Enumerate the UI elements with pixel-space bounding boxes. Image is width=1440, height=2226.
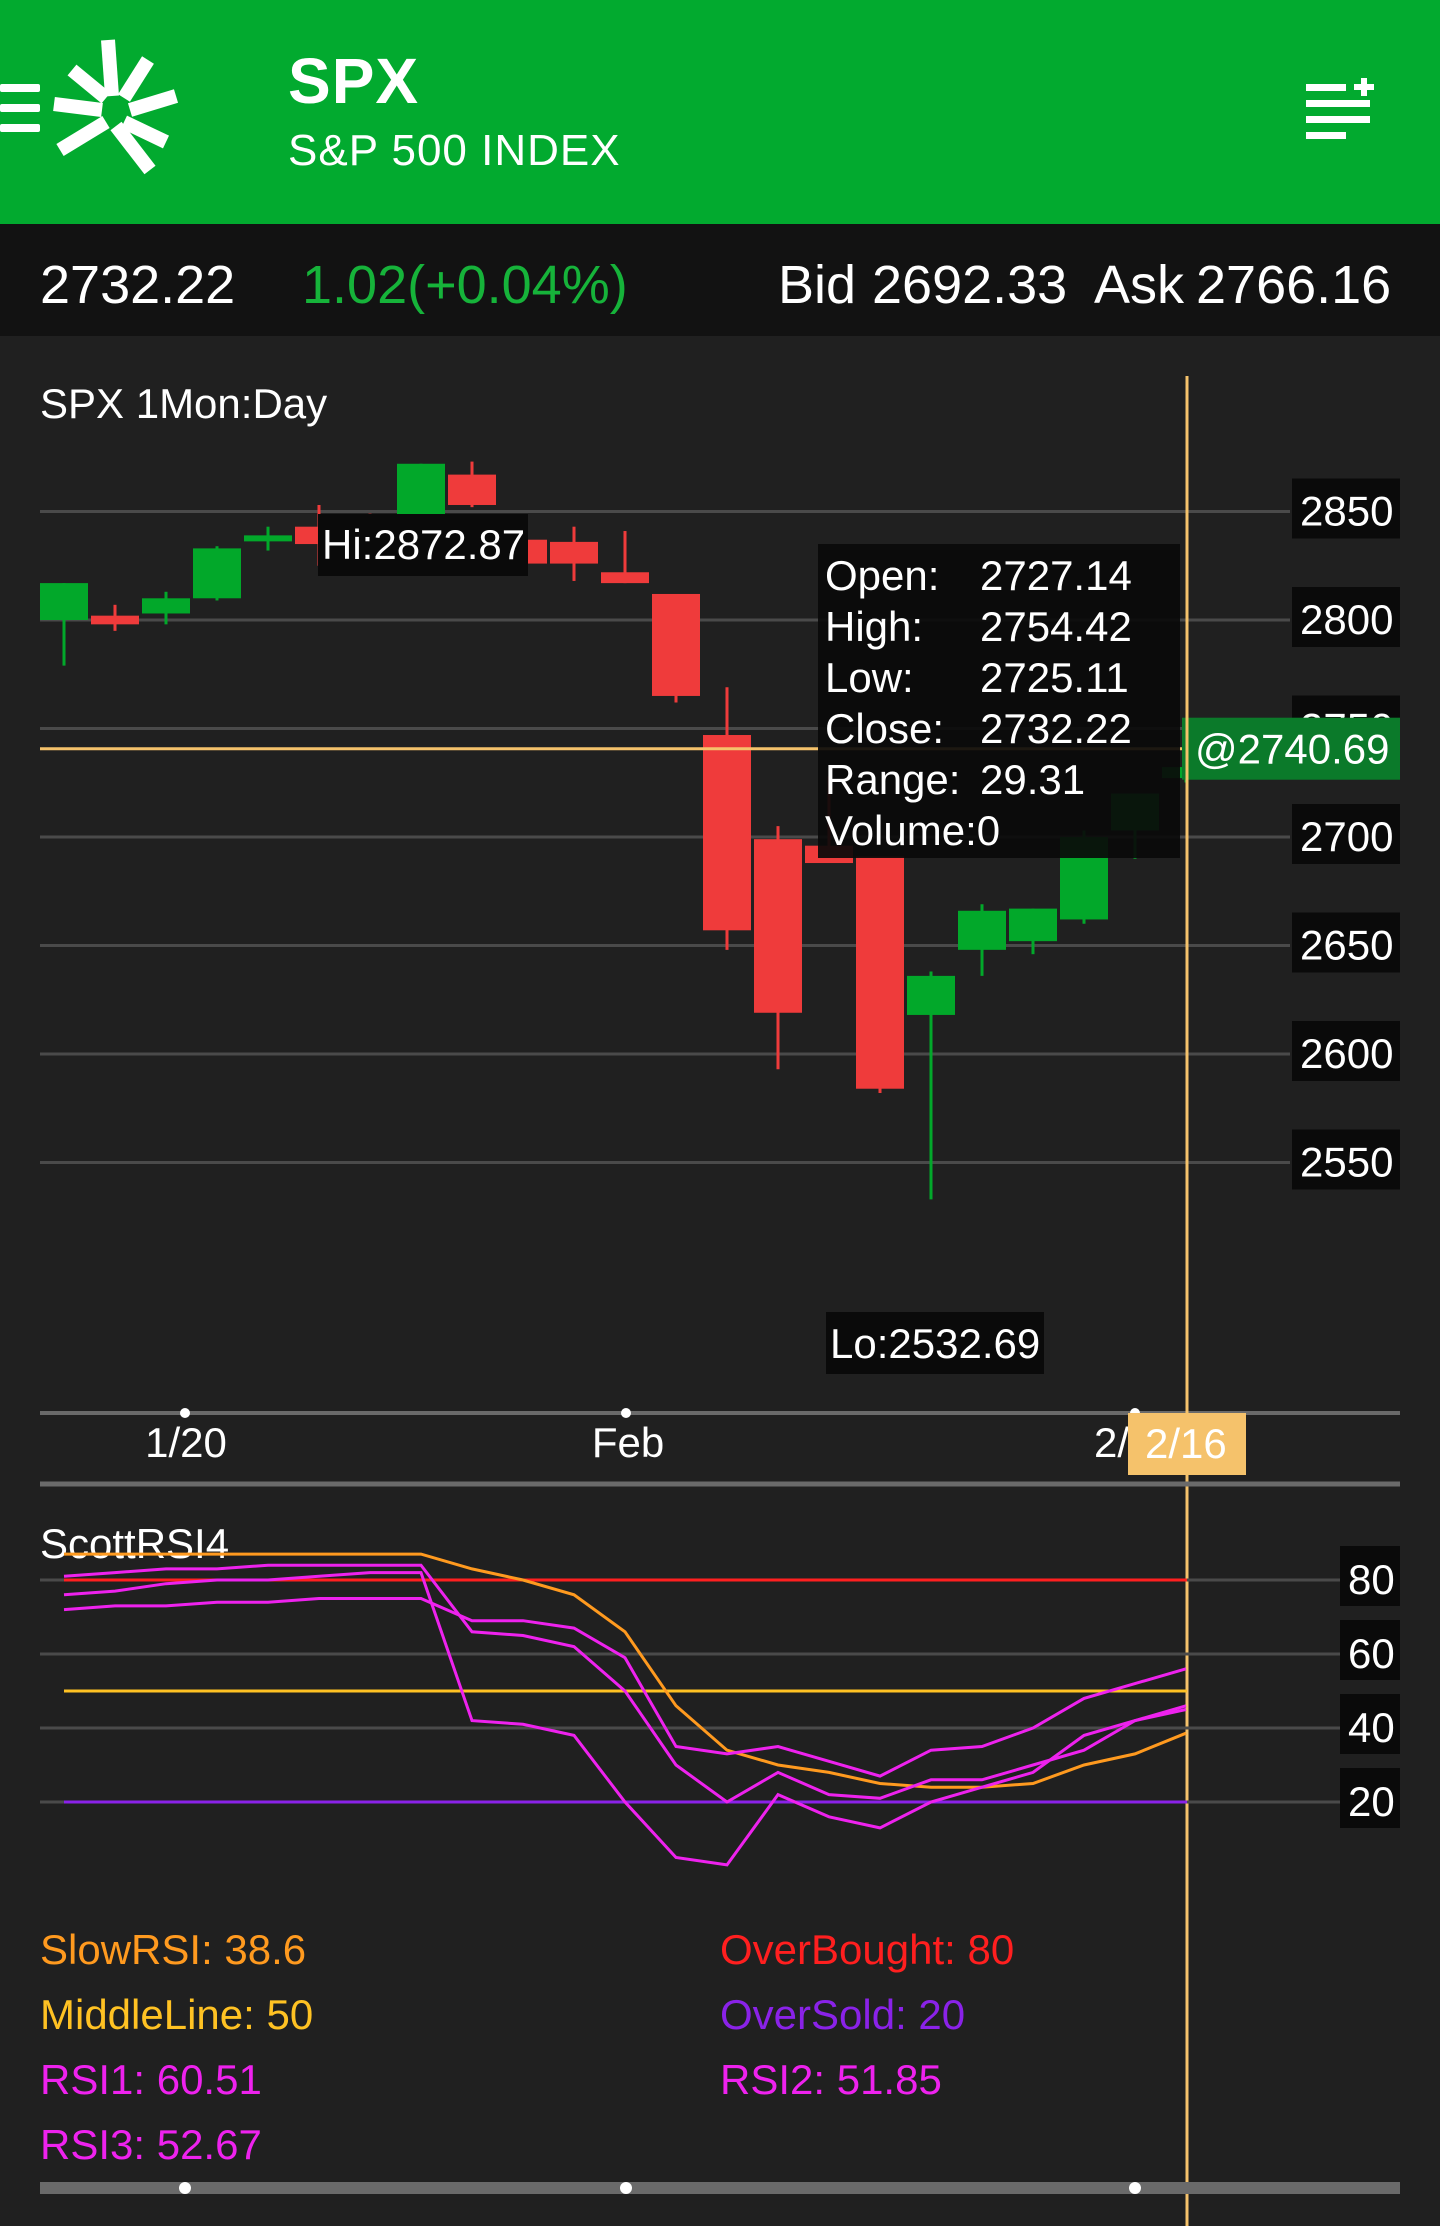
candle-body	[91, 615, 139, 625]
add-list-icon[interactable]	[1306, 78, 1378, 142]
last-price: 2732.22	[40, 255, 236, 315]
x-tick-label: Feb	[592, 1419, 664, 1466]
main-chart-title: SPX 1Mon:Day	[40, 380, 327, 427]
price-tick-label: 2850	[1300, 488, 1393, 535]
tooltip-volume: Volume:0	[825, 807, 1000, 854]
price-tick-label: 2700	[1300, 813, 1393, 860]
legend-overbought: OverBought: 80	[720, 1926, 1014, 1973]
legend-middleline: MiddleLine: 50	[40, 1991, 313, 2038]
x-tick-dot	[620, 2182, 632, 2194]
candle-body	[448, 474, 496, 505]
tooltip-range-value: 29.31	[980, 756, 1085, 803]
rsi-lines	[63, 1552, 1187, 1867]
legend-rsi3: RSI3: 52.67	[40, 2121, 262, 2168]
candle-body	[1009, 908, 1057, 942]
tooltip-close-label: Close:	[825, 705, 944, 752]
tooltip-open-value: 2727.14	[980, 552, 1132, 599]
legend-rsi2: RSI2: 51.85	[720, 2056, 942, 2103]
chart-area[interactable]: SPX 1Mon:Day 285028002750270026502600255…	[0, 336, 1440, 2226]
candle-body	[907, 975, 955, 1015]
legend-rsi1: RSI1: 60.51	[40, 2056, 262, 2103]
x-tick-dot	[1129, 2182, 1141, 2194]
tooltip-open-label: Open:	[825, 552, 939, 599]
legend-slowrsi: SlowRSI: 38.6	[40, 1926, 306, 1973]
ask-label: Ask	[1094, 255, 1185, 315]
rsi-chart-title: ScottRSI4	[40, 1520, 229, 1567]
x-tick-dot	[179, 2182, 191, 2194]
candle-body	[397, 463, 445, 521]
tooltip-high-value: 2754.42	[980, 603, 1132, 650]
legend-oversold: OverSold: 20	[720, 1991, 965, 2038]
price-tick-label: 2600	[1300, 1030, 1393, 1077]
rsi-tick-label: 20	[1348, 1778, 1395, 1825]
candle-body	[652, 593, 700, 696]
rsi-series-line	[63, 1571, 1187, 1867]
price-tick-label: 2800	[1300, 596, 1393, 643]
candle-body	[703, 735, 751, 931]
tooltip-close-value: 2732.22	[980, 705, 1132, 752]
rsi-series-line	[64, 1552, 1187, 1789]
price-tick-label: 2650	[1300, 922, 1393, 969]
rsi-tick-label: 40	[1348, 1704, 1395, 1751]
candle-body	[856, 856, 904, 1089]
rsi-tick-label: 80	[1348, 1556, 1395, 1603]
rsi-series-line	[63, 1597, 1187, 1778]
x-tick-label: 2/	[1094, 1419, 1129, 1466]
candle-body	[754, 839, 802, 1013]
crosshair-price-label: @2740.69	[1195, 726, 1389, 773]
symbol-title: SPX	[288, 45, 420, 117]
bid-value: 2692.33	[872, 255, 1068, 315]
candle-body	[193, 548, 241, 599]
crosshair-date-label: 2/16	[1145, 1420, 1227, 1467]
tooltip-low-label: Low:	[825, 654, 914, 701]
candle-body	[958, 910, 1006, 950]
candle-body	[244, 535, 292, 542]
rsi-legend: SlowRSI: 38.6 MiddleLine: 50 RSI1: 60.51…	[40, 1926, 1014, 2168]
ask-value: 2766.16	[1196, 255, 1392, 315]
tooltip-low-value: 2725.11	[980, 654, 1129, 701]
hi-label: Hi:2872.87	[322, 521, 525, 568]
candle-body	[550, 541, 598, 564]
x-tick-dot	[621, 1408, 631, 1418]
tooltip-range-label: Range:	[825, 756, 960, 803]
quote-bar: 2732.22 1.02(+0.04%) Bid 2692.33 Ask 276…	[0, 224, 1440, 336]
menu-icon[interactable]	[0, 84, 40, 144]
bid-label: Bid	[778, 255, 857, 315]
price-change: 1.02(+0.04%)	[302, 255, 628, 315]
tooltip-high-label: High:	[825, 603, 923, 650]
price-axis: 2850280027502700265026002550	[1292, 478, 1400, 1190]
x-tick-label: 1/20	[145, 1419, 227, 1466]
logo-icon	[53, 39, 179, 175]
lo-label: Lo:2532.69	[830, 1320, 1040, 1367]
price-tick-label: 2550	[1300, 1139, 1393, 1186]
rsi-axis: 80 60 40 20	[1340, 1546, 1400, 1828]
symbol-name: S&P 500 INDEX	[288, 126, 621, 175]
candle-body	[142, 598, 190, 614]
candle-body	[601, 572, 649, 584]
rsi-tick-label: 60	[1348, 1630, 1395, 1677]
x-tick-dot	[180, 1408, 190, 1418]
candle-body	[40, 583, 88, 620]
ohlc-tooltip: Open: 2727.14 High: 2754.42 Low: 2725.11…	[818, 544, 1180, 858]
app-header: SPX S&P 500 INDEX	[0, 0, 1440, 224]
